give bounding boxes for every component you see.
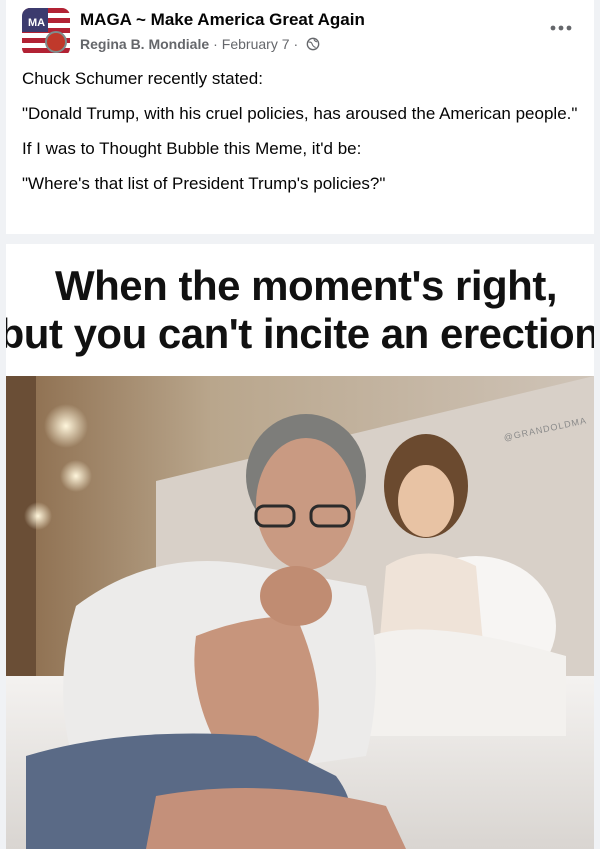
meta-separator: · <box>213 36 218 52</box>
post-body: Chuck Schumer recently stated: "Donald T… <box>22 66 578 206</box>
post-paragraph: "Donald Trump, with his cruel policies, … <box>22 104 578 123</box>
meme-caption: When the moment's right, but you can't i… <box>6 262 594 358</box>
meme-image[interactable]: When the moment's right, but you can't i… <box>6 244 594 849</box>
flag-avatar-icon: MA <box>22 8 70 56</box>
meme-photo <box>6 376 594 849</box>
post-header: MA MAGA ~ Make America Great Again Regin… <box>6 0 594 62</box>
globe-icon <box>306 37 320 51</box>
post-meta: Regina B. Mondiale · February 7 · <box>80 36 320 52</box>
meta-separator-2: · <box>293 36 299 52</box>
author-link[interactable]: Regina B. Mondiale <box>80 36 209 52</box>
meme-caption-line1: When the moment's right, <box>55 262 558 309</box>
group-avatar[interactable]: MA <box>22 8 70 56</box>
post-paragraph: Chuck Schumer recently stated: <box>22 69 263 88</box>
meme-caption-line2: but you can't incite an erection <box>6 310 594 357</box>
group-name-link[interactable]: MAGA ~ Make America Great Again <box>80 10 365 30</box>
post-paragraph: If I was to Thought Bubble this Meme, it… <box>22 139 362 158</box>
avatar-text: MA <box>28 17 45 29</box>
post-paragraph: "Where's that list of President Trump's … <box>22 174 386 193</box>
more-options-icon <box>550 25 572 31</box>
post-card: MA MAGA ~ Make America Great Again Regin… <box>6 0 594 849</box>
post-date-link[interactable]: February 7 <box>222 36 290 52</box>
more-options-button[interactable] <box>546 16 576 40</box>
section-divider <box>6 234 594 244</box>
